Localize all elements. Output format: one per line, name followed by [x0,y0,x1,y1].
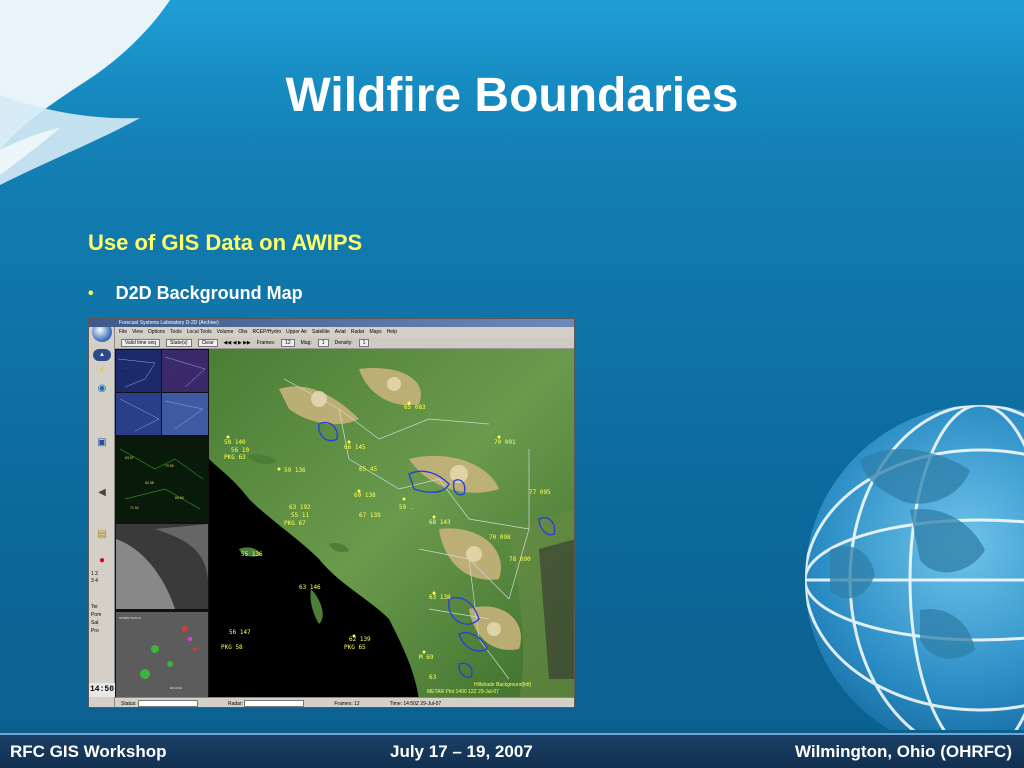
density-label: Density: [334,339,353,346]
frames-status: Frames: 12 [334,701,360,707]
svg-text:67 139: 67 139 [359,512,381,519]
slide-subtitle: Use of GIS Data on AWIPS [88,230,363,255]
menu-tools[interactable]: Tools [170,327,182,337]
frame-nav-buttons[interactable]: ◀◀ ◀ ▶ ▶▶ [224,337,251,349]
nws-badge-icon[interactable]: ▲ [93,349,111,361]
menu-bar: File View Options Tools Local Tools Volu… [115,327,574,337]
map-legend-hillshade: Hillshade Background(kft) [474,682,532,688]
d2d-main-map[interactable]: 58 140 56 10 PKG 63 59 136 66 145 65 45 60 1… [209,349,574,699]
svg-text:66 60: 66 60 [175,496,184,500]
menu-file[interactable]: File [119,327,127,337]
svg-text:63: 63 [429,674,437,681]
svg-text:PKG 58: PKG 58 [221,644,243,651]
awips-d2d-window: ▲ ⚡ ◉ ▣ ◀ ▤ ● 1 2 3 4 Ter Pom Sat Pro 14… [88,318,575,708]
svg-text:63 146: 63 146 [299,584,321,591]
awips-left-toolbar: ▲ ⚡ ◉ ▣ ◀ ▤ ● 1 2 3 4 Ter Pom Sat Pro 14… [89,319,115,707]
menu-obs[interactable]: Obs [238,327,247,337]
svg-text:63 57: 63 57 [125,456,134,460]
status-field[interactable]: Status: [121,698,198,707]
svg-text:64 58: 64 58 [145,481,154,485]
svg-text:PKG 67: PKG 67 [284,520,306,527]
svg-text:00:14:30: 00:14:30 [170,686,182,690]
menu-options[interactable]: Options [148,327,165,337]
svg-text:· · ·: · · · [123,366,128,370]
map-legend-metar: METAR Plot 1400 12Z 29-Jul-07 [427,689,499,695]
svg-text:M 69: M 69 [419,654,434,661]
svg-text:70 098: 70 098 [489,534,511,541]
menu-upper-air[interactable]: Upper Air [286,327,307,337]
workspace-numbers[interactable]: 1 2 3 4 [91,571,113,585]
svg-text:56 147: 56 147 [229,629,251,636]
bullet-item: • D2D Background Map [88,283,303,304]
radar-field[interactable]: Radar: [228,698,305,707]
time-status: Time: 14:50Z 29-Jul-07 [389,701,442,707]
mag-select[interactable]: 1 [317,338,329,347]
menu-rcep-hydro[interactable]: RCEP/Hydro [253,327,282,337]
svg-text:PKG 65: PKG 65 [344,644,366,651]
globe-decoration [805,405,1024,730]
svg-text:56 10: 56 10 [231,447,249,454]
menu-view[interactable]: View [132,327,143,337]
bullet-text: D2D Background Map [115,283,303,303]
footer-center: July 17 – 19, 2007 [390,742,533,761]
density-select[interactable]: 1 [358,338,370,347]
frames-label: Frames: [256,339,276,346]
mag-label: Mag: [300,339,312,346]
svg-text:55 136: 55 136 [241,551,263,558]
main-toolbar: Valid time seq State(s) Clear ◀◀ ◀ ▶ ▶▶ … [115,337,574,349]
menu-satellite[interactable]: Satellite [312,327,330,337]
svg-text:65 083: 65 083 [404,404,426,411]
status-bar: Status: Radar: Frames: 12 Time: 14:50Z 2… [115,697,574,707]
svg-text:66 145: 66 145 [344,444,366,451]
svg-text:77 095: 77 095 [529,489,551,496]
redhat-icon[interactable]: ● [93,555,111,567]
svg-text:STORM TRACK: STORM TRACK [119,616,141,620]
clock-display: 14:50 [89,683,115,697]
footer-right: Wilmington, Ohio (OHRFC) [794,742,1012,761]
thumbnail-panel: · · · · · 63 57 70 55 64 58 66 60 71 52 STOR… [115,349,209,699]
svg-text:· ·: · · [170,371,173,375]
menu-local-tools[interactable]: Local Tools [187,327,212,337]
slide-footer: RFC GIS Workshop July 17 – 19, 2007 Wilm… [0,733,1024,768]
svg-text:55 11: 55 11 [291,512,309,519]
lock-icon[interactable]: ▤ [93,529,111,541]
speaker-icon[interactable]: ◀ [93,487,111,499]
menu-volume[interactable]: Volume [217,327,234,337]
svg-text:60 138: 60 138 [354,492,376,499]
svg-text:70 55: 70 55 [165,464,174,468]
menu-radar[interactable]: Radar [351,327,365,337]
svg-text:59 .: 59 . [399,504,413,511]
svg-text:70 091: 70 091 [494,439,516,446]
valid-time-select[interactable]: Valid time seq [121,338,161,347]
svg-text:65 45: 65 45 [359,466,377,473]
bullet-dot-icon: • [88,284,94,302]
svg-text:PKG 63: PKG 63 [224,454,246,461]
svg-text:58 140: 58 140 [224,439,246,446]
footer-left: RFC GIS Workshop [10,742,167,761]
window-title-bar[interactable]: Forecast Systems Laboratory D-2D (Archiv… [89,319,574,327]
menu-maps[interactable]: Maps [369,327,381,337]
slide-title: Wildfire Boundaries [285,69,739,122]
lightning-icon[interactable]: ⚡ [93,365,111,377]
svg-text:63 138: 63 138 [429,594,451,601]
svg-text:63 192: 63 192 [289,504,311,511]
side-task-list[interactable]: Ter Pom Sat Pro [91,603,113,635]
svg-text:78 090: 78 090 [509,556,531,563]
svg-text:68 143: 68 143 [429,519,451,526]
svg-text:62 139: 62 139 [349,636,371,643]
frames-select[interactable]: 12 [281,338,295,347]
menu-help[interactable]: Help [387,327,397,337]
satellite-dish-icon[interactable]: ◉ [93,383,111,395]
svg-text:59 136: 59 136 [284,467,306,474]
svg-text:71 52: 71 52 [130,506,139,510]
monitor-icon[interactable]: ▣ [93,437,111,449]
menu-aviat[interactable]: Aviat [335,327,346,337]
clear-button[interactable]: Clear [197,338,218,347]
state-select[interactable]: State(s) [166,338,192,347]
